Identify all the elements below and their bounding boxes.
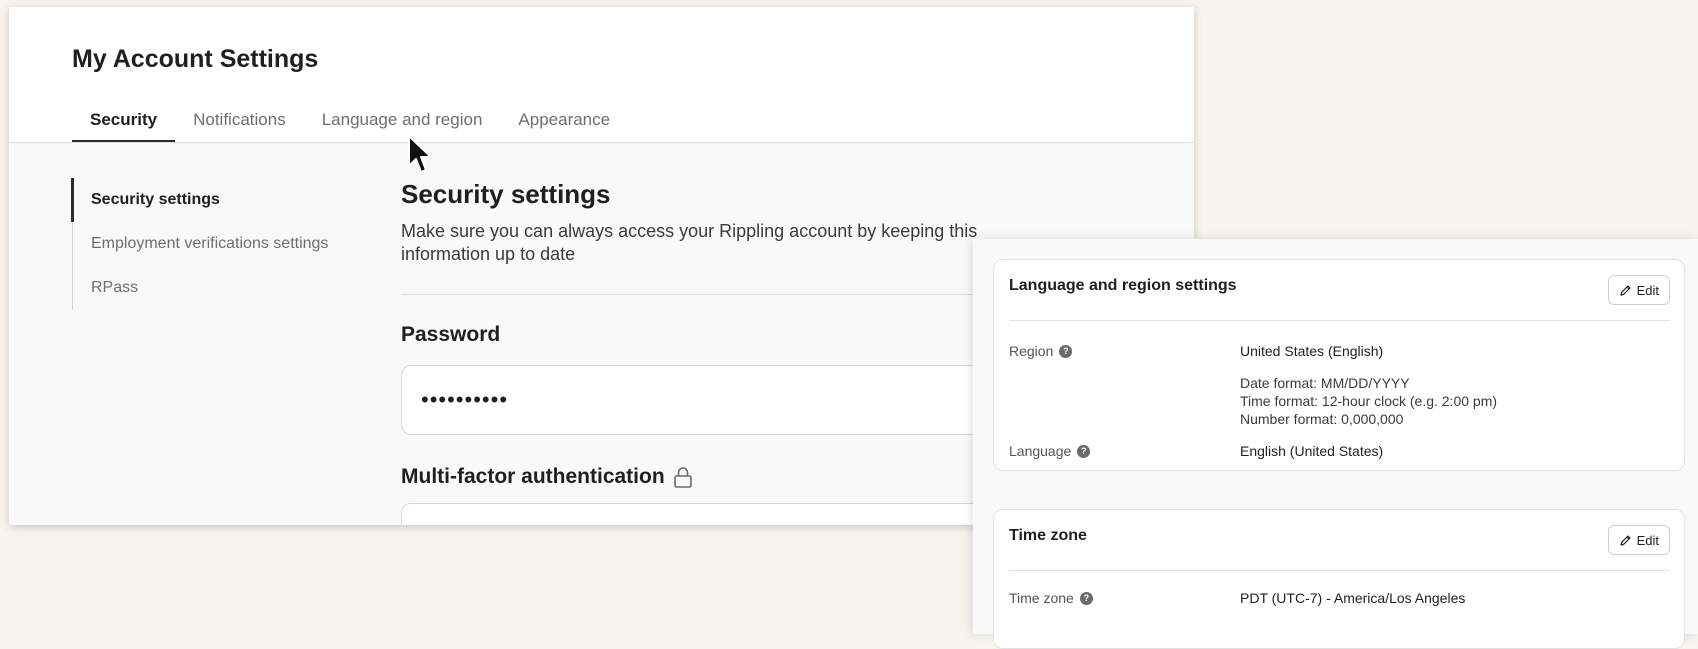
side-nav-item-security-settings[interactable]: Security settings [70,178,328,222]
tab-notifications[interactable]: Notifications [175,110,304,140]
section-title: Security settings [401,179,611,209]
language-value: English (United States) [1240,443,1384,459]
time-zone-card: Time zone Edit Time zone ? PDT (UTC-7) -… [993,509,1685,649]
number-format: Number format: 0,000,000 [1240,411,1404,427]
tab-language-and-region[interactable]: Language and region [304,110,501,140]
edit-time-zone-button[interactable]: Edit [1607,525,1670,555]
mfa-heading-label: Multi-factor authentication [401,465,665,488]
card-title: Time zone [1009,527,1087,544]
pencil-icon [1619,534,1631,546]
divider [1009,320,1670,321]
lock-icon [673,467,692,488]
language-label: Language ? [1009,443,1091,459]
pencil-icon [1619,284,1631,296]
side-nav-item-rpass[interactable]: RPass [73,266,328,310]
section-description: Make sure you can always access your Rip… [401,221,978,264]
help-icon[interactable]: ? [1077,444,1091,458]
tab-security[interactable]: Security [72,110,176,142]
edit-button-label: Edit [1636,532,1659,548]
side-nav: Security settings Employment verificatio… [70,178,328,310]
language-label-text: Language [1009,443,1072,459]
settings-header: My Account Settings Security Notificatio… [9,7,1194,143]
date-format: Date format: MM/DD/YYYY [1240,375,1410,391]
help-icon[interactable]: ? [1059,344,1073,358]
card-title: Language and region settings [1009,277,1237,294]
page-title: My Account Settings [72,45,319,73]
tab-appearance[interactable]: Appearance [500,110,628,140]
help-icon[interactable]: ? [1079,591,1093,605]
region-label: Region ? [1009,343,1073,359]
language-region-card: Language and region settings Edit Region… [993,259,1685,471]
side-nav-item-employment-verifications[interactable]: Employment verifications settings [73,222,328,266]
time-zone-value: PDT (UTC-7) - America/Los Angeles [1240,590,1466,606]
time-zone-label-text: Time zone [1009,590,1074,606]
edit-language-region-button[interactable]: Edit [1607,275,1670,305]
time-zone-label: Time zone ? [1009,590,1093,606]
edit-button-label: Edit [1636,282,1659,298]
mouse-pointer-icon [408,135,432,173]
divider [1009,570,1670,571]
language-region-panel: Language and region settings Edit Region… [973,239,1698,649]
time-format: Time format: 12-hour clock (e.g. 2:00 pm… [1240,393,1498,409]
settings-tabs: Security Notifications Language and regi… [72,110,628,142]
region-label-text: Region [1009,343,1054,359]
region-value: United States (English) [1240,343,1384,359]
